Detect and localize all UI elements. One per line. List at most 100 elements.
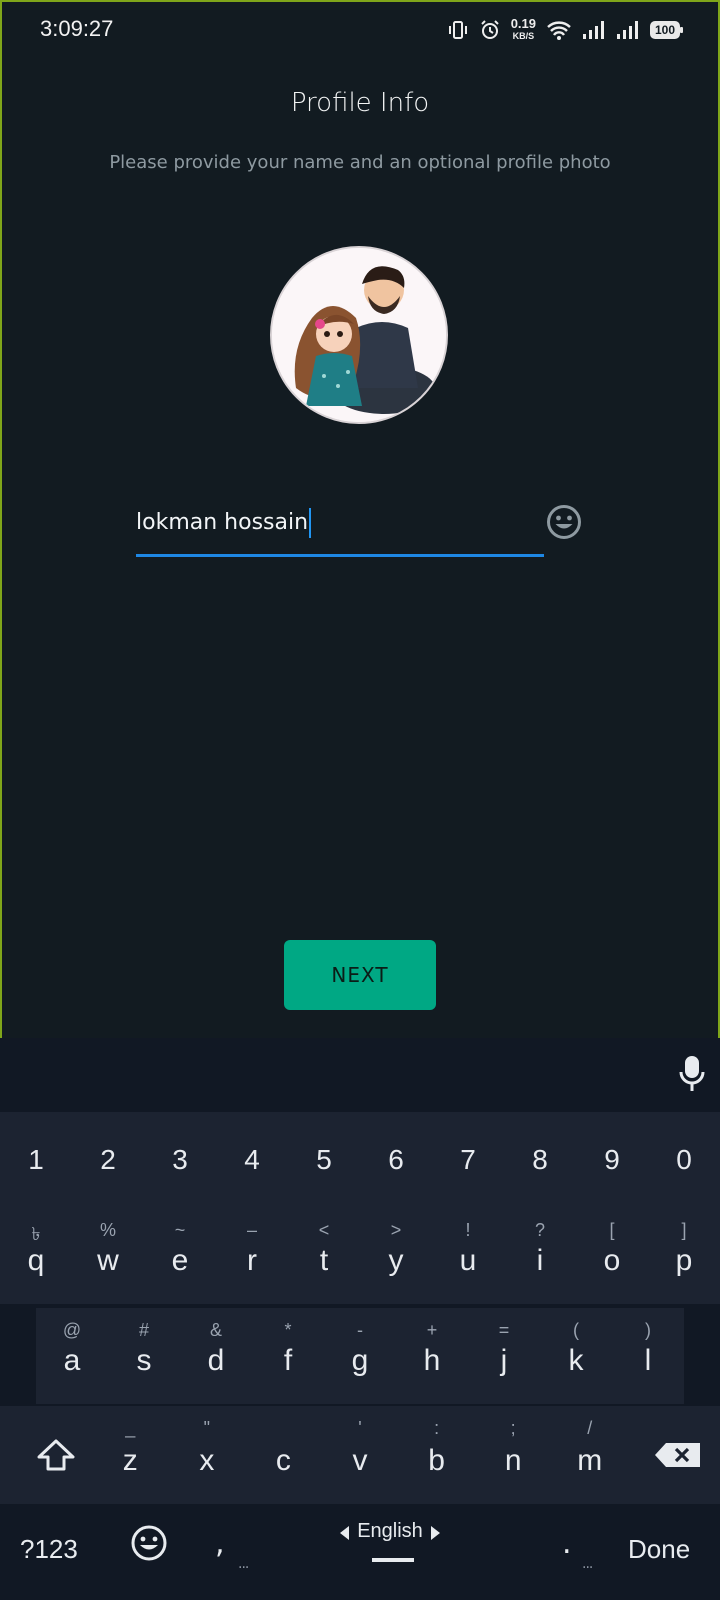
key-alt-label: ) bbox=[645, 1320, 651, 1340]
key-label: w bbox=[97, 1244, 119, 1277]
key-5[interactable]: 5 bbox=[288, 1112, 360, 1208]
letter-row-q: ৳ q % w ~ e – r < t > y ! u ? i [o ] p bbox=[0, 1208, 720, 1304]
key-alt-label: ! bbox=[465, 1220, 471, 1240]
key-label: n bbox=[504, 1444, 522, 1477]
vibrate-icon bbox=[447, 19, 469, 41]
period-key[interactable]: . bbox=[562, 1526, 572, 1561]
key-label: d bbox=[207, 1344, 225, 1377]
keyboard-bottom-row: ?123 , ... English . ... Done bbox=[0, 1504, 720, 1600]
chevron-left-icon bbox=[340, 1526, 349, 1540]
shift-key[interactable] bbox=[0, 1406, 92, 1504]
key-f[interactable]: * f bbox=[252, 1308, 324, 1404]
key-r[interactable]: – r bbox=[216, 1208, 288, 1304]
status-time: 3:09:27 bbox=[40, 16, 114, 41]
key-label: h bbox=[423, 1344, 441, 1377]
signal-icon bbox=[582, 20, 606, 40]
key-e[interactable]: ~ e bbox=[144, 1208, 216, 1304]
key-w[interactable]: % w bbox=[72, 1208, 144, 1304]
key-label: 8 bbox=[532, 1144, 548, 1175]
key-alt-label: : bbox=[434, 1418, 440, 1438]
profile-illustration bbox=[272, 248, 446, 422]
key-label: . bbox=[562, 1526, 572, 1561]
key-g[interactable]: -g bbox=[324, 1308, 396, 1404]
key-7[interactable]: 7 bbox=[432, 1112, 504, 1208]
key-label: y bbox=[388, 1244, 404, 1277]
status-bar: 3:09:27 0.19 KB/S 100 bbox=[0, 0, 720, 62]
emoji-icon[interactable] bbox=[546, 504, 582, 540]
key-label: , bbox=[215, 1526, 225, 1561]
status-icons: 0.19 KB/S 100 bbox=[447, 16, 683, 42]
key-x[interactable]: " x bbox=[169, 1406, 246, 1504]
symbols-key[interactable]: ?123 bbox=[20, 1534, 100, 1565]
key-b[interactable]: :b bbox=[398, 1406, 475, 1504]
key-label: x bbox=[199, 1444, 215, 1477]
backspace-key[interactable] bbox=[628, 1406, 720, 1504]
net-speed-value: 0.19 bbox=[510, 16, 536, 31]
key-8[interactable]: 8 bbox=[504, 1112, 576, 1208]
key-q[interactable]: ৳ q bbox=[0, 1208, 72, 1304]
signal-icon bbox=[616, 20, 640, 40]
key-p[interactable]: ] p bbox=[648, 1208, 720, 1304]
key-alt-label: - bbox=[357, 1320, 363, 1340]
key-0[interactable]: 0 bbox=[648, 1112, 720, 1208]
key-j[interactable]: = j bbox=[468, 1308, 540, 1404]
key-k[interactable]: (k bbox=[540, 1308, 612, 1404]
backspace-icon bbox=[655, 1443, 701, 1467]
key-label: 9 bbox=[604, 1144, 620, 1175]
key-9[interactable]: 9 bbox=[576, 1112, 648, 1208]
done-key[interactable]: Done bbox=[628, 1534, 690, 1565]
profile-photo[interactable] bbox=[270, 246, 448, 424]
key-y[interactable]: > y bbox=[360, 1208, 432, 1304]
key-n[interactable]: ; n bbox=[475, 1406, 552, 1504]
key-alt-label: ( bbox=[573, 1320, 579, 1340]
next-button[interactable]: NEXT bbox=[284, 940, 436, 1010]
key-label: 0 bbox=[676, 1144, 692, 1175]
key-label: m bbox=[577, 1444, 603, 1477]
key-alt-label: @ bbox=[62, 1320, 82, 1340]
emoji-keyboard-icon bbox=[131, 1525, 167, 1561]
name-field[interactable]: lokman hossain bbox=[136, 500, 544, 557]
key-a[interactable]: @ a bbox=[36, 1308, 108, 1404]
key-label: p bbox=[675, 1244, 693, 1277]
key-m[interactable]: / m bbox=[551, 1406, 628, 1504]
key-d[interactable]: & d bbox=[180, 1308, 252, 1404]
key-h[interactable]: + h bbox=[396, 1308, 468, 1404]
key-i[interactable]: ? i bbox=[504, 1208, 576, 1304]
key-label: t bbox=[319, 1244, 329, 1277]
key-alt-label: ; bbox=[510, 1418, 516, 1438]
wifi-icon bbox=[546, 19, 572, 41]
net-speed: 0.19 KB/S bbox=[510, 16, 536, 42]
text-cursor bbox=[309, 508, 312, 538]
letter-row-z: _ z " x c ' v :b ; n / m bbox=[0, 1406, 720, 1504]
key-t[interactable]: < t bbox=[288, 1208, 360, 1304]
key-2[interactable]: 2 bbox=[72, 1112, 144, 1208]
emoji-key[interactable] bbox=[130, 1524, 170, 1564]
key-3[interactable]: 3 bbox=[144, 1112, 216, 1208]
page-title: Profile Info bbox=[290, 88, 430, 118]
key-label: a bbox=[63, 1344, 81, 1377]
key-o[interactable]: [o bbox=[576, 1208, 648, 1304]
key-6[interactable]: 6 bbox=[360, 1112, 432, 1208]
alarm-icon bbox=[479, 19, 501, 41]
key-4[interactable]: 4 bbox=[216, 1112, 288, 1208]
key-z[interactable]: _ z bbox=[92, 1406, 169, 1504]
period-more-indicator: ... bbox=[582, 1556, 593, 1572]
key-alt-label: < bbox=[318, 1220, 330, 1240]
key-c[interactable]: c bbox=[245, 1406, 322, 1504]
name-input[interactable]: lokman hossain bbox=[136, 508, 312, 538]
key-s[interactable]: # s bbox=[108, 1308, 180, 1404]
number-row: 1 2 3 4 5 6 7 8 9 0 bbox=[0, 1112, 720, 1208]
key-alt-label: [ bbox=[609, 1220, 615, 1240]
key-alt-label: # bbox=[138, 1320, 149, 1340]
key-alt-label: ' bbox=[358, 1418, 362, 1438]
comma-key[interactable]: , bbox=[215, 1526, 225, 1561]
space-key[interactable]: English bbox=[330, 1514, 450, 1574]
key-v[interactable]: ' v bbox=[322, 1406, 399, 1504]
key-alt-label: / bbox=[587, 1418, 593, 1438]
key-label: f bbox=[283, 1344, 293, 1377]
key-label: o bbox=[603, 1244, 621, 1277]
key-1[interactable]: 1 bbox=[0, 1112, 72, 1208]
microphone-icon[interactable] bbox=[678, 1054, 706, 1094]
key-l[interactable]: ) l bbox=[612, 1308, 684, 1404]
key-u[interactable]: ! u bbox=[432, 1208, 504, 1304]
